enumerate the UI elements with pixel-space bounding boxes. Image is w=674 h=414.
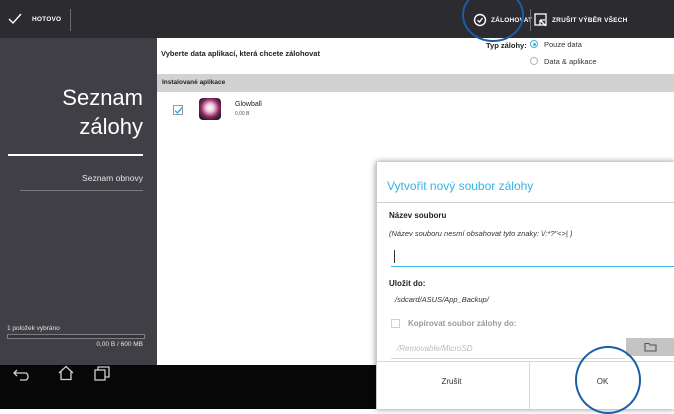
active-tab-indicator (8, 154, 143, 156)
restore-list-item[interactable]: Seznam obnovy (8, 168, 143, 190)
deselect-label: ZRUŠIT VÝBĚR VŠECH (552, 17, 628, 24)
selected-count: 1 položek vybráno (7, 325, 60, 332)
sidebar: Seznam zálohy Seznam obnovy 1 položek vy… (0, 38, 157, 365)
back-icon[interactable] (12, 367, 34, 381)
radio-data-and-apps[interactable]: Data & aplikace (530, 56, 630, 68)
divider (20, 190, 143, 191)
select-prompt: Vyberte data aplikací, která chcete zálo… (161, 49, 320, 58)
installed-apps-header: Instalované aplikace (157, 74, 674, 92)
filename-hint: (Název souboru nesmí obsahovat tyto znak… (389, 229, 573, 238)
divider (530, 9, 531, 31)
folder-icon (644, 342, 657, 352)
save-path: /sdcard/ASUS/App_Backup/ (395, 295, 489, 304)
text-cursor (394, 250, 395, 263)
checkmark-icon (174, 107, 183, 115)
dialog-title: Vytvořit nový soubor zálohy (387, 179, 534, 193)
backup-list-title-line1: Seznam (62, 85, 143, 110)
backup-list-title-line2: zálohy (79, 114, 143, 139)
filename-label: Název souboru (389, 211, 447, 220)
copy-backup-label: Kopírovat soubor zálohy do: (408, 319, 517, 328)
deselect-icon (534, 13, 547, 27)
app-name: Glowball (235, 101, 262, 108)
home-icon[interactable] (56, 365, 76, 381)
radio-unselected (530, 57, 538, 65)
app-list-item[interactable]: Glowball 0,00 B (157, 96, 674, 126)
copy-backup-checkbox[interactable] (391, 319, 400, 328)
cancel-button[interactable]: Zrušit (377, 362, 526, 409)
cancel-label: Zrušit (441, 377, 462, 386)
radio-label: Data & aplikace (544, 57, 597, 66)
installed-apps-label: Instalované aplikace (162, 79, 226, 86)
app-size: 0,00 B (235, 111, 250, 117)
storage-bar (7, 334, 145, 339)
glowball-app-icon (199, 98, 221, 120)
done-button[interactable]: HOTOVO (6, 8, 66, 30)
browse-folder-button[interactable] (626, 338, 674, 356)
done-label: HOTOVO (32, 16, 62, 23)
radio-data-only[interactable]: Pouze data (530, 39, 630, 51)
restore-list-label: Seznam obnovy (82, 173, 143, 183)
app-checkbox[interactable] (173, 105, 183, 115)
backup-type-label: Typ zálohy: (486, 41, 527, 50)
recent-apps-icon[interactable] (94, 366, 110, 381)
save-to-label: Uložit do: (389, 279, 426, 288)
divider (70, 9, 71, 31)
action-bar: HOTOVO ZÁLOHOVAT ZRUŠIT VÝBĚR VŠECH (0, 0, 674, 38)
radio-selected (530, 40, 538, 48)
radio-label: Pouze data (544, 40, 582, 49)
checkmark-icon (8, 13, 22, 25)
copy-path: /Removable/MicroSD (397, 344, 473, 353)
highlight-circle (575, 346, 641, 414)
deselect-all-button[interactable]: ZRUŠIT VÝBĚR VŠECH (532, 8, 672, 32)
title-divider (377, 202, 674, 203)
filename-input[interactable] (391, 248, 674, 267)
storage-size: 0,00 B / 600 MB (96, 341, 143, 348)
